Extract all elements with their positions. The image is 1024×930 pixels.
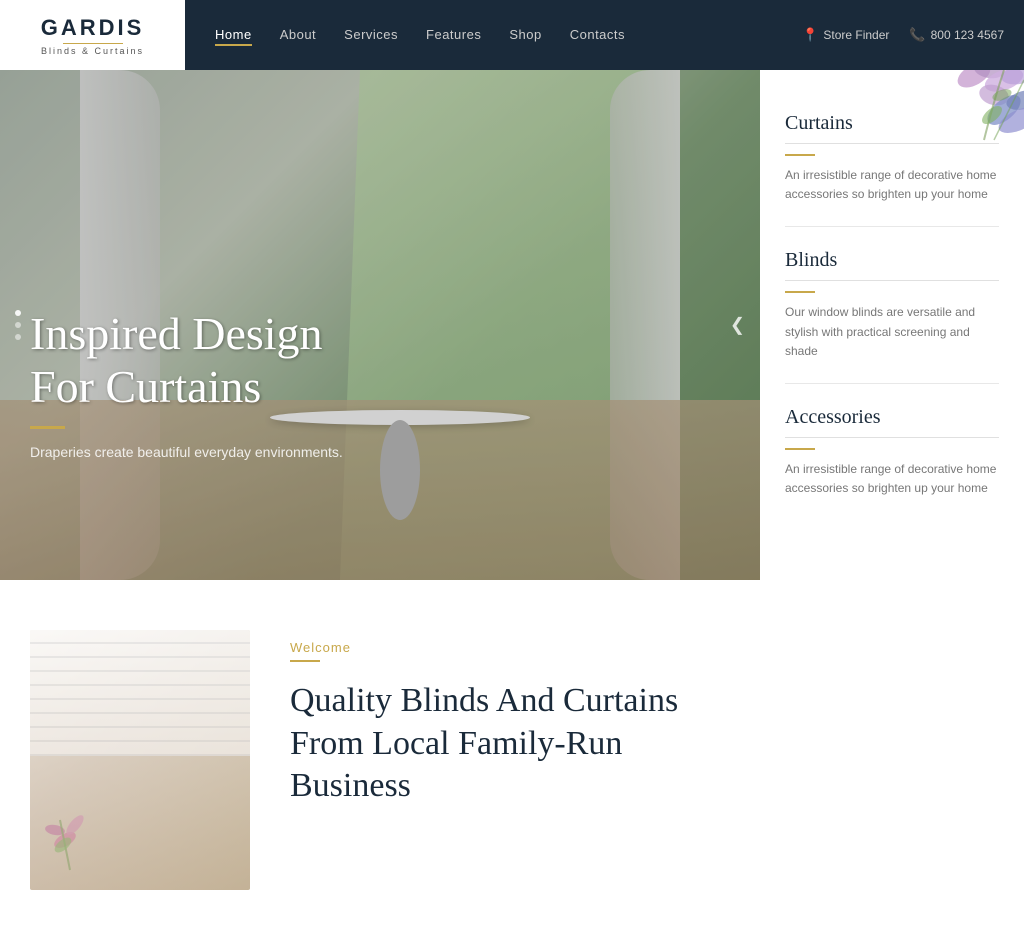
logo-divider <box>63 43 123 44</box>
sidebar-blinds-divider <box>785 280 999 281</box>
heading-line2: From Local Family-Run <box>290 725 622 762</box>
hero-sidebar: Curtains An irresistible range of decora… <box>760 70 1024 580</box>
nav-item-shop[interactable]: Shop <box>509 26 541 44</box>
hero-title: Inspired Design For Curtains <box>30 308 343 414</box>
lower-image <box>30 630 250 890</box>
dot-2[interactable] <box>15 322 21 328</box>
store-finder-label: Store Finder <box>823 28 889 42</box>
location-icon: 📍 <box>802 27 818 43</box>
nav-item-features[interactable]: Features <box>426 26 481 44</box>
navbar: GARDIS Blinds & Curtains Home About Serv… <box>0 0 1024 70</box>
sidebar-blinds-title: Blinds <box>785 249 999 272</box>
welcome-accent <box>290 660 320 662</box>
lower-heading: Quality Blinds And Curtains From Local F… <box>290 680 994 808</box>
brand-name: GARDIS <box>41 15 145 41</box>
nav-item-about[interactable]: About <box>280 26 316 44</box>
hero-section: Inspired Design For Curtains Draperies c… <box>0 70 1024 580</box>
floral-decoration <box>824 70 1024 200</box>
nav-link-about[interactable]: About <box>280 27 316 42</box>
sidebar-accessories-accent <box>785 448 815 450</box>
floral-svg <box>834 70 1024 190</box>
hero-accent-line <box>30 426 65 429</box>
lower-flower-svg <box>35 790 115 880</box>
store-finder[interactable]: 📍 Store Finder <box>802 27 889 43</box>
nav-item-services[interactable]: Services <box>344 26 398 44</box>
logo[interactable]: GARDIS Blinds & Curtains <box>0 0 185 70</box>
sidebar-curtains-accent <box>785 154 815 156</box>
nav-link-services[interactable]: Services <box>344 27 398 42</box>
hero-dots <box>15 310 21 340</box>
phone-label: 800 123 4567 <box>931 28 1004 42</box>
sidebar-blinds: Blinds Our window blinds are versatile a… <box>785 227 999 384</box>
dot-1[interactable] <box>15 310 21 316</box>
sidebar-blinds-accent <box>785 291 815 293</box>
sidebar-accessories-desc: An irresistible range of decorative home… <box>785 460 999 498</box>
nav-link-home[interactable]: Home <box>215 27 252 46</box>
sidebar-accessories-divider <box>785 437 999 438</box>
nav-item-home[interactable]: Home <box>215 26 252 44</box>
sidebar-accessories: Accessories An irresistible range of dec… <box>785 384 999 520</box>
nav-utilities: 📍 Store Finder 📞 800 123 4567 <box>802 27 1004 43</box>
heading-line1: Quality Blinds And Curtains <box>290 682 678 719</box>
sidebar-blinds-desc: Our window blinds are versatile and styl… <box>785 303 999 361</box>
sidebar-accessories-title: Accessories <box>785 406 999 429</box>
phone-icon: 📞 <box>909 27 925 43</box>
nav-link-shop[interactable]: Shop <box>509 27 541 42</box>
lower-content: Welcome Quality Blinds And Curtains From… <box>290 630 994 808</box>
dot-3[interactable] <box>15 334 21 340</box>
nav-links: Home About Services Features Shop Contac… <box>215 26 802 44</box>
nav-link-features[interactable]: Features <box>426 27 481 42</box>
lower-section: Welcome Quality Blinds And Curtains From… <box>0 580 1024 930</box>
hero-text-block: Inspired Design For Curtains Draperies c… <box>30 308 343 460</box>
phone-number[interactable]: 📞 800 123 4567 <box>909 27 1004 43</box>
welcome-label: Welcome <box>290 640 994 655</box>
nav-item-contacts[interactable]: Contacts <box>570 26 625 44</box>
hero-image: Inspired Design For Curtains Draperies c… <box>0 70 760 580</box>
hero-subtitle: Draperies create beautiful everyday envi… <box>30 444 343 460</box>
brand-tagline: Blinds & Curtains <box>41 46 144 56</box>
nav-link-contacts[interactable]: Contacts <box>570 27 625 42</box>
hero-arrow-right[interactable]: ❮ <box>730 315 745 336</box>
heading-line3: Business <box>290 767 411 804</box>
